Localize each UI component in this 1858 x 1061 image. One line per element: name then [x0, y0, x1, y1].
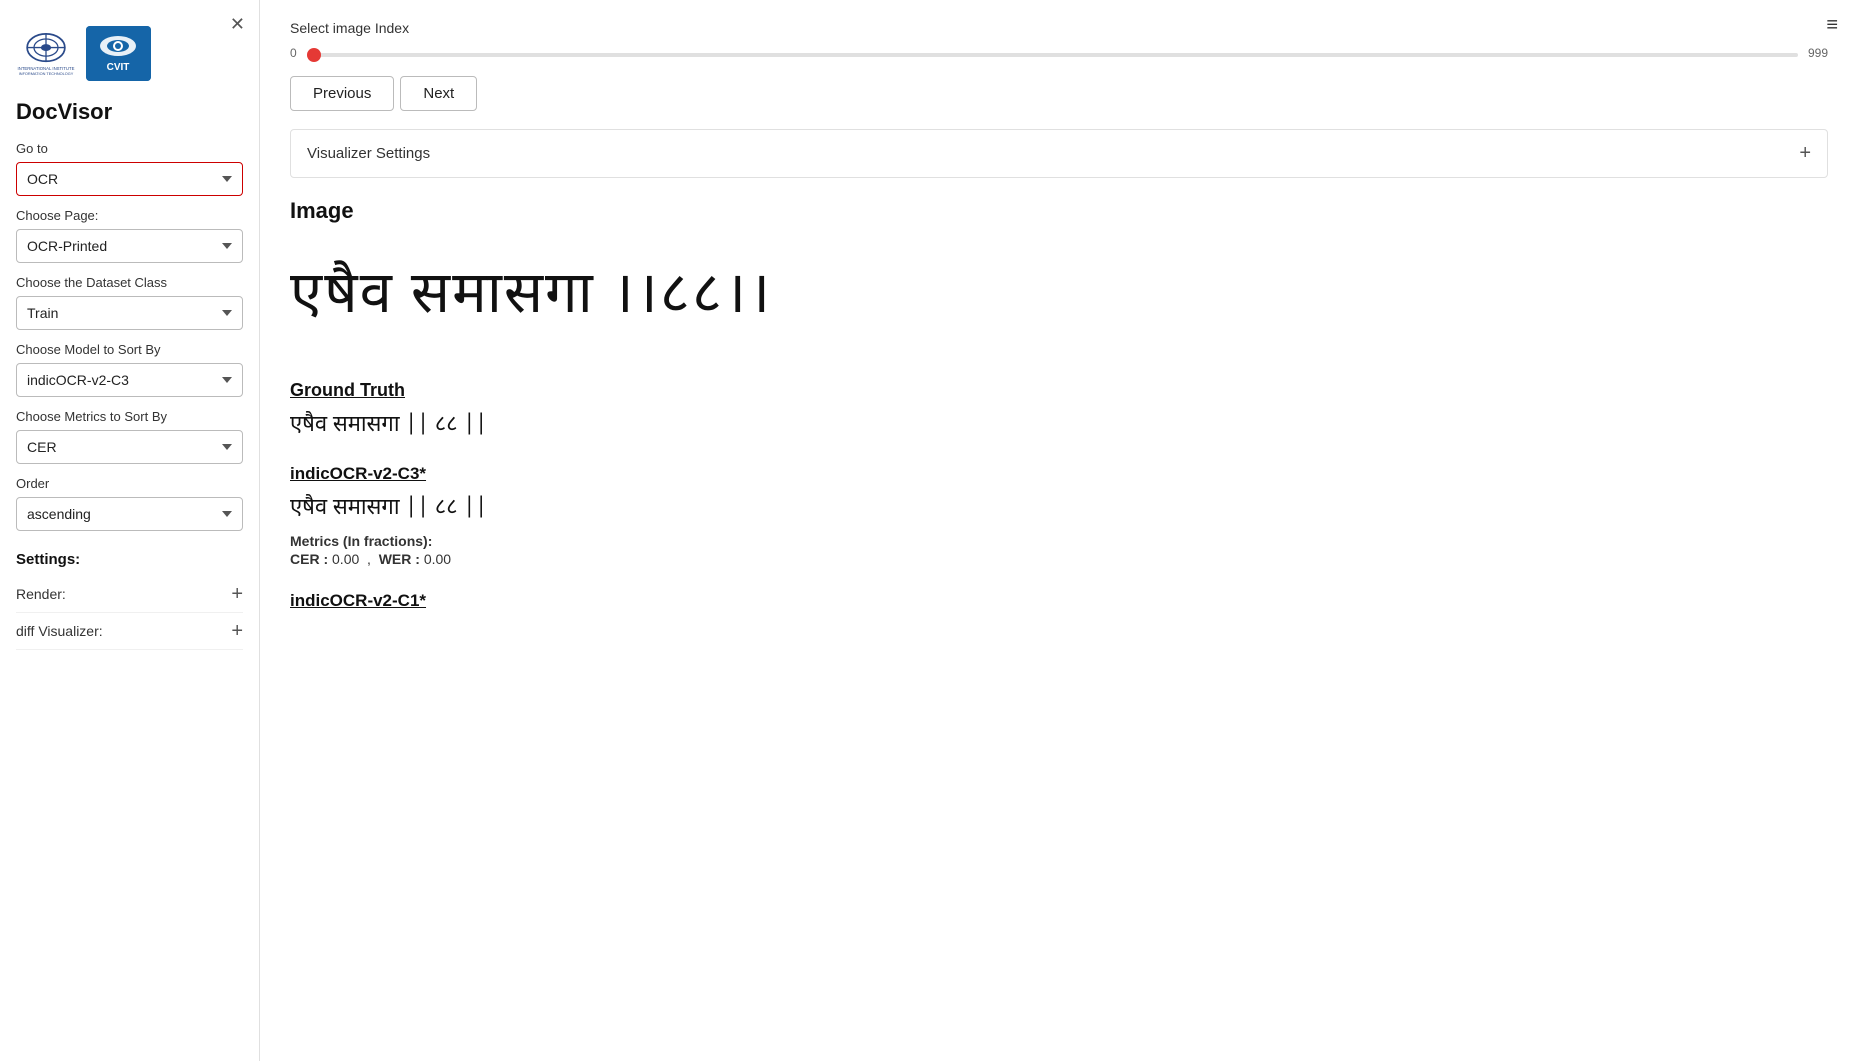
goto-select[interactable]: OCR [16, 162, 243, 196]
metrics-values: CER : 0.00 , WER : 0.00 [290, 551, 1828, 567]
image-index-slider[interactable] [307, 53, 1798, 57]
slider-container: 0 999 [290, 44, 1828, 62]
sort-model-label: Choose Model to Sort By [16, 342, 243, 357]
render-row: Render: + [16, 576, 243, 613]
svg-text:CVIT: CVIT [107, 62, 130, 73]
order-label: Order [16, 476, 243, 491]
diff-visualizer-label: diff Visualizer: [16, 623, 103, 639]
metrics-block: Metrics (In fractions): CER : 0.00 , WER… [290, 533, 1828, 567]
dataset-class-label: Choose the Dataset Class [16, 275, 243, 290]
sidebar: ✕ INTERNATIONAL INSTITUTE INFORMATION TE… [0, 0, 260, 1061]
sort-model-select[interactable]: indicOCR-v2-C3 [16, 363, 243, 397]
model1-heading: indicOCR-v2-C3* [290, 464, 1828, 484]
visualizer-settings-plus-icon: + [1799, 142, 1811, 165]
choose-page-label: Choose Page: [16, 208, 243, 223]
svg-text:INTERNATIONAL INSTITUTE: INTERNATIONAL INSTITUTE [18, 65, 75, 70]
model1-text: एषैव समासगा || ८८ || [290, 494, 1828, 523]
slider-max: 999 [1808, 46, 1828, 60]
nav-buttons: Previous Next [290, 76, 1828, 111]
model2-heading: indicOCR-v2-C1* [290, 591, 1828, 611]
ground-truth-text: एषैव समासगा || ८८ || [290, 411, 1828, 440]
cer-label: CER : [290, 551, 328, 567]
svg-text:INFORMATION TECHNOLOGY: INFORMATION TECHNOLOGY [19, 72, 74, 76]
metrics-title: Metrics (In fractions): [290, 533, 432, 549]
order-select[interactable]: ascending [16, 497, 243, 531]
iiit-logo: INTERNATIONAL INSTITUTE INFORMATION TECH… [16, 29, 76, 79]
hamburger-button[interactable]: ≡ [1826, 14, 1838, 37]
ground-truth-heading: Ground Truth [290, 380, 1828, 401]
image-display: एषैव समासगा ।।८८।। [290, 240, 1828, 356]
next-button[interactable]: Next [400, 76, 477, 111]
cer-value: 0.00 [332, 551, 359, 567]
app-title: DocVisor [16, 99, 243, 125]
close-icon: ✕ [230, 14, 245, 34]
previous-button[interactable]: Previous [290, 76, 394, 111]
settings-heading: Settings: [16, 551, 243, 568]
render-label: Render: [16, 586, 66, 602]
goto-label: Go to [16, 141, 243, 156]
visualizer-settings-bar[interactable]: Visualizer Settings + [290, 129, 1828, 178]
top-bar: ≡ [1826, 14, 1838, 37]
hamburger-icon: ≡ [1826, 14, 1838, 36]
slider-min: 0 [290, 46, 297, 60]
close-button[interactable]: ✕ [230, 14, 245, 35]
logo-area: INTERNATIONAL INSTITUTE INFORMATION TECH… [16, 26, 243, 81]
wer-label: WER : [379, 551, 420, 567]
diff-visualizer-plus-button[interactable]: + [231, 621, 243, 641]
wer-value: 0.00 [424, 551, 451, 567]
dataset-class-select[interactable]: Train [16, 296, 243, 330]
render-plus-button[interactable]: + [231, 584, 243, 604]
cvit-logo: CVIT [86, 26, 151, 81]
choose-page-select[interactable]: OCR-Printed [16, 229, 243, 263]
sort-metrics-select[interactable]: CER [16, 430, 243, 464]
diff-visualizer-row: diff Visualizer: + [16, 613, 243, 650]
slider-wrapper [307, 44, 1798, 62]
select-image-label: Select image Index [290, 20, 1828, 36]
main-content: ≡ Select image Index 0 999 Previous Next… [260, 0, 1858, 1061]
visualizer-settings-label: Visualizer Settings [307, 145, 430, 162]
image-section-heading: Image [290, 198, 1828, 224]
image-devanagari-text: एषैव समासगा ।।८८।। [290, 260, 1828, 336]
sort-metrics-label: Choose Metrics to Sort By [16, 409, 243, 424]
